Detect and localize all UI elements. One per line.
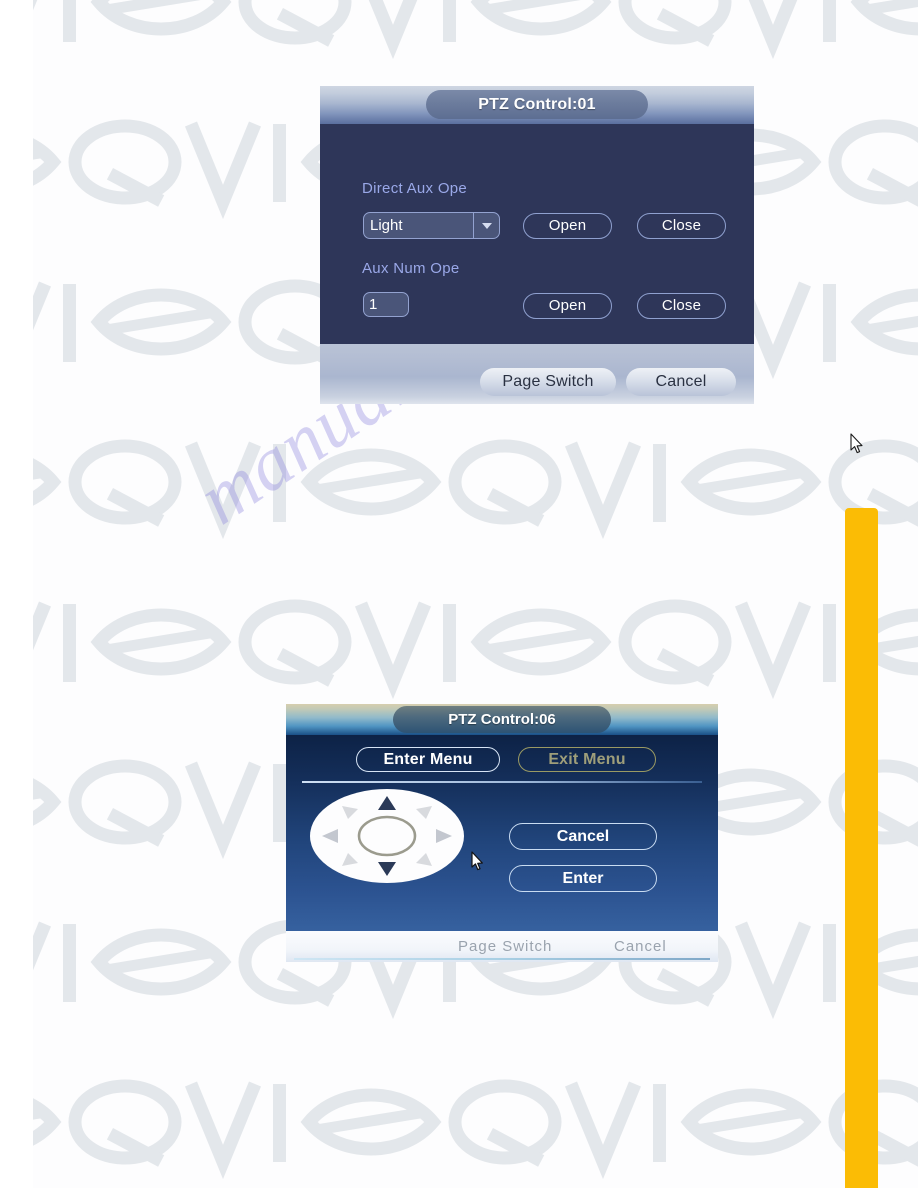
aux-num-input[interactable]: 1	[363, 292, 409, 317]
exit-menu-button[interactable]: Exit Menu	[518, 747, 656, 772]
document-page: manualshive.com PTZ Control:01 Direct Au…	[0, 0, 918, 1188]
aux-num-close-button[interactable]: Close	[637, 293, 726, 319]
cancel-button[interactable]: Cancel	[626, 368, 736, 396]
chevron-down-icon[interactable]	[473, 213, 499, 238]
mouse-cursor-icon	[471, 851, 483, 871]
aux-type-select-value: Light	[370, 217, 403, 234]
yellow-side-tab	[845, 508, 878, 1188]
dialog2-divider	[302, 781, 702, 783]
dialog1-body: Direct Aux Ope Light Open Close Aux Num …	[320, 124, 754, 344]
mouse-cursor-icon	[850, 433, 863, 454]
direct-aux-ope-label: Direct Aux Ope	[362, 180, 468, 197]
dialog2-footer-cancel-button[interactable]: Cancel	[614, 936, 667, 958]
aux-num-open-button[interactable]: Open	[523, 293, 612, 319]
ptz-control-dialog-06: PTZ Control:06 Enter Menu Exit Menu Canc…	[286, 704, 718, 962]
page-content-area: manualshive.com PTZ Control:01 Direct Au…	[33, 0, 918, 1188]
direct-aux-close-button[interactable]: Close	[637, 213, 726, 239]
enter-menu-button[interactable]: Enter Menu	[356, 747, 500, 772]
dialog2-enter-button[interactable]: Enter	[509, 865, 657, 892]
dialog2-footer: Page Switch Cancel	[286, 931, 718, 962]
dialog2-titlebar: PTZ Control:06	[286, 704, 718, 735]
dialog2-footer-underline	[294, 958, 710, 960]
page-switch-button[interactable]: Page Switch	[480, 368, 616, 396]
dialog2-title: PTZ Control:06	[393, 706, 611, 733]
dialog2-page-switch-button[interactable]: Page Switch	[458, 936, 552, 958]
dialog1-titlebar: PTZ Control:01	[320, 86, 754, 124]
aux-num-ope-label: Aux Num Ope	[362, 260, 460, 277]
dialog1-footer: Page Switch Cancel	[320, 344, 754, 404]
direct-aux-open-button[interactable]: Open	[523, 213, 612, 239]
ptz-control-dialog-01: PTZ Control:01 Direct Aux Ope Light Open…	[320, 86, 863, 454]
dialog1-title: PTZ Control:01	[426, 90, 648, 119]
dialog2-body: Enter Menu Exit Menu Cancel Enter	[286, 735, 718, 931]
dialog2-cancel-button[interactable]: Cancel	[509, 823, 657, 850]
aux-type-select[interactable]: Light	[363, 212, 500, 239]
direction-pad-icon[interactable]	[308, 787, 466, 885]
